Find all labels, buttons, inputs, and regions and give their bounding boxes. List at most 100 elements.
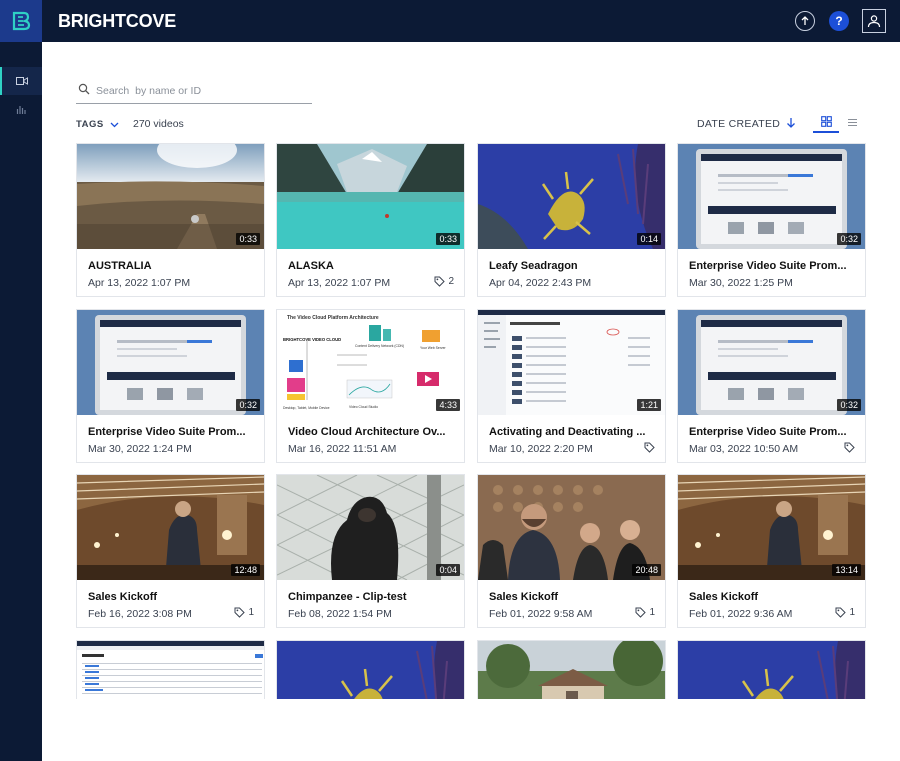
user-icon [867,15,881,28]
user-account-button[interactable] [862,9,886,33]
tags-filter[interactable]: TAGS [76,119,119,130]
chevron-down-icon [110,122,119,127]
video-thumbnail[interactable] [678,641,865,699]
sidebar-item-media[interactable] [0,67,42,95]
video-title[interactable]: Chimpanzee - Clip-test [288,591,456,603]
duration-badge: 1:21 [637,399,661,411]
video-card[interactable]: 13:14 Sales Kickoff Feb 01, 2022 9:36 AM 1 [677,474,866,628]
duration-badge: 0:14 [637,233,661,245]
video-card[interactable]: 0:32 Enterprise Video Suite Prom... Mar 30… [677,143,866,297]
media-library: TAGS 270 videos DATE CREATED 0:3 [42,42,900,761]
tag-icon [644,442,655,453]
video-card[interactable] [276,640,465,699]
brightcove-logo[interactable] [0,0,42,42]
sidebar-item-analytics[interactable] [0,95,42,123]
video-card[interactable] [477,640,666,699]
list-view-toggle[interactable] [840,111,864,133]
video-thumbnail[interactable]: 1:21 [478,310,665,415]
video-thumbnail[interactable]: 12:48 [77,475,264,580]
video-card[interactable]: 0:33 AUSTRALIA Apr 13, 2022 1:07 PM [76,143,265,297]
duration-badge: 0:33 [436,233,460,245]
video-card[interactable]: 0:32 Enterprise Video Suite Prom... Mar 03… [677,309,866,463]
tag-count [844,442,855,453]
video-thumbnail[interactable] [77,641,264,699]
video-date: Mar 03, 2022 10:50 AM [689,443,799,455]
sort-direction-button[interactable] [786,116,796,134]
video-thumbnail[interactable]: 13:14 [678,475,865,580]
video-thumbnail[interactable]: 0:14 [478,144,665,249]
video-card[interactable]: 20:48 Sales Kickoff Feb 01, 2022 9:58 AM 1 [477,474,666,628]
video-thumbnail[interactable]: 0:33 [277,144,464,249]
tag-count: 1 [635,607,655,618]
video-thumbnail[interactable]: 0:04 [277,475,464,580]
video-title[interactable]: Sales Kickoff [689,591,857,603]
video-title[interactable]: Enterprise Video Suite Prom... [689,426,857,438]
search-input[interactable] [96,82,306,100]
video-count: 270 videos [133,118,184,130]
video-thumbnail[interactable]: 0:33 [77,144,264,249]
video-thumbnail[interactable]: 20:48 [478,475,665,580]
video-card[interactable]: 0:04 Chimpanzee - Clip-test Feb 08, 2022 1… [276,474,465,628]
svg-text:Desktop, Tablet, Mobile Device: Desktop, Tablet, Mobile Device [283,406,330,410]
video-card[interactable]: 1:21 Activating and Deactivating ... Mar 1… [477,309,666,463]
video-date: Apr 13, 2022 1:07 PM [88,277,191,289]
tags-label: TAGS [76,119,104,130]
video-date: Mar 30, 2022 1:24 PM [88,443,192,455]
tag-icon [434,276,446,287]
video-thumbnail[interactable] [277,641,464,699]
duration-badge: 20:48 [632,564,661,576]
grid-view-toggle[interactable] [813,111,839,133]
app-root: BRIGHTCOVE ? Search by name or ID TAGS 2… [0,0,900,761]
arrow-down-icon [787,118,795,128]
tag-count-value: 2 [448,276,454,287]
video-thumbnail[interactable]: 0:32 [678,144,865,249]
video-title[interactable]: AUSTRALIA [88,260,256,272]
video-title[interactable]: Video Cloud Architecture Ov... [288,426,456,438]
video-title[interactable]: Enterprise Video Suite Prom... [689,260,857,272]
tag-count-value: 1 [849,607,855,618]
video-card[interactable]: 0:33 ALASKA Apr 13, 2022 1:07 PM 2 [276,143,465,297]
duration-badge: 4:33 [436,399,460,411]
svg-text:BRIGHTCOVE VIDEO CLOUD: BRIGHTCOVE VIDEO CLOUD [283,337,341,342]
video-card[interactable]: 0:14 Leafy Seadragon Apr 04, 2022 2:43 PM [477,143,666,297]
brightcove-b-icon [12,11,31,31]
arrow-up-icon [801,16,809,25]
video-date: Feb 16, 2022 3:08 PM [88,608,192,620]
analytics-bars-icon [16,106,26,114]
video-thumbnail[interactable]: 0:32 [77,310,264,415]
tag-count: 2 [434,276,454,287]
brand-wordmark: BRIGHTCOVE [58,11,177,31]
video-title[interactable]: Activating and Deactivating ... [489,426,657,438]
video-date: Feb 01, 2022 9:36 AM [689,608,793,620]
list-icon [847,118,857,126]
video-card[interactable]: 12:48 Sales Kickoff Feb 16, 2022 3:08 PM 1 [76,474,265,628]
duration-badge: 0:32 [837,399,861,411]
video-thumbnail[interactable]: 0:32 [678,310,865,415]
duration-badge: 0:32 [236,399,260,411]
video-card[interactable]: 0:32 Enterprise Video Suite Prom... Mar 30… [76,309,265,463]
help-button[interactable]: ? [829,11,849,31]
video-title[interactable]: Sales Kickoff [88,591,256,603]
video-title[interactable]: Leafy Seadragon [489,260,657,272]
video-date: Apr 04, 2022 2:43 PM [489,277,592,289]
video-card[interactable] [76,640,265,699]
duration-badge: 0:04 [436,564,460,576]
svg-text:Content Delivery Network (CDN): Content Delivery Network (CDN) [355,344,404,348]
tag-count: 1 [835,607,855,618]
video-card[interactable] [677,640,866,699]
video-thumbnail[interactable] [478,641,665,699]
video-thumbnail[interactable]: The Video Cloud Platform Architecture BRI… [277,310,464,415]
video-title[interactable]: ALASKA [288,260,456,272]
video-card[interactable]: The Video Cloud Platform Architecture BRI… [276,309,465,463]
video-camera-icon [16,77,28,85]
tag-icon [635,607,647,618]
upload-button[interactable] [795,11,815,31]
svg-text:The Video Cloud Platform Archi: The Video Cloud Platform Architecture [287,315,379,321]
video-title[interactable]: Enterprise Video Suite Prom... [88,426,256,438]
tag-count-value: 1 [248,607,254,618]
video-title[interactable]: Sales Kickoff [489,591,657,603]
duration-badge: 13:14 [832,564,861,576]
svg-text:Video Cloud Studio: Video Cloud Studio [349,405,378,409]
sort-field-select[interactable]: DATE CREATED [697,118,780,130]
tag-icon [234,607,246,618]
